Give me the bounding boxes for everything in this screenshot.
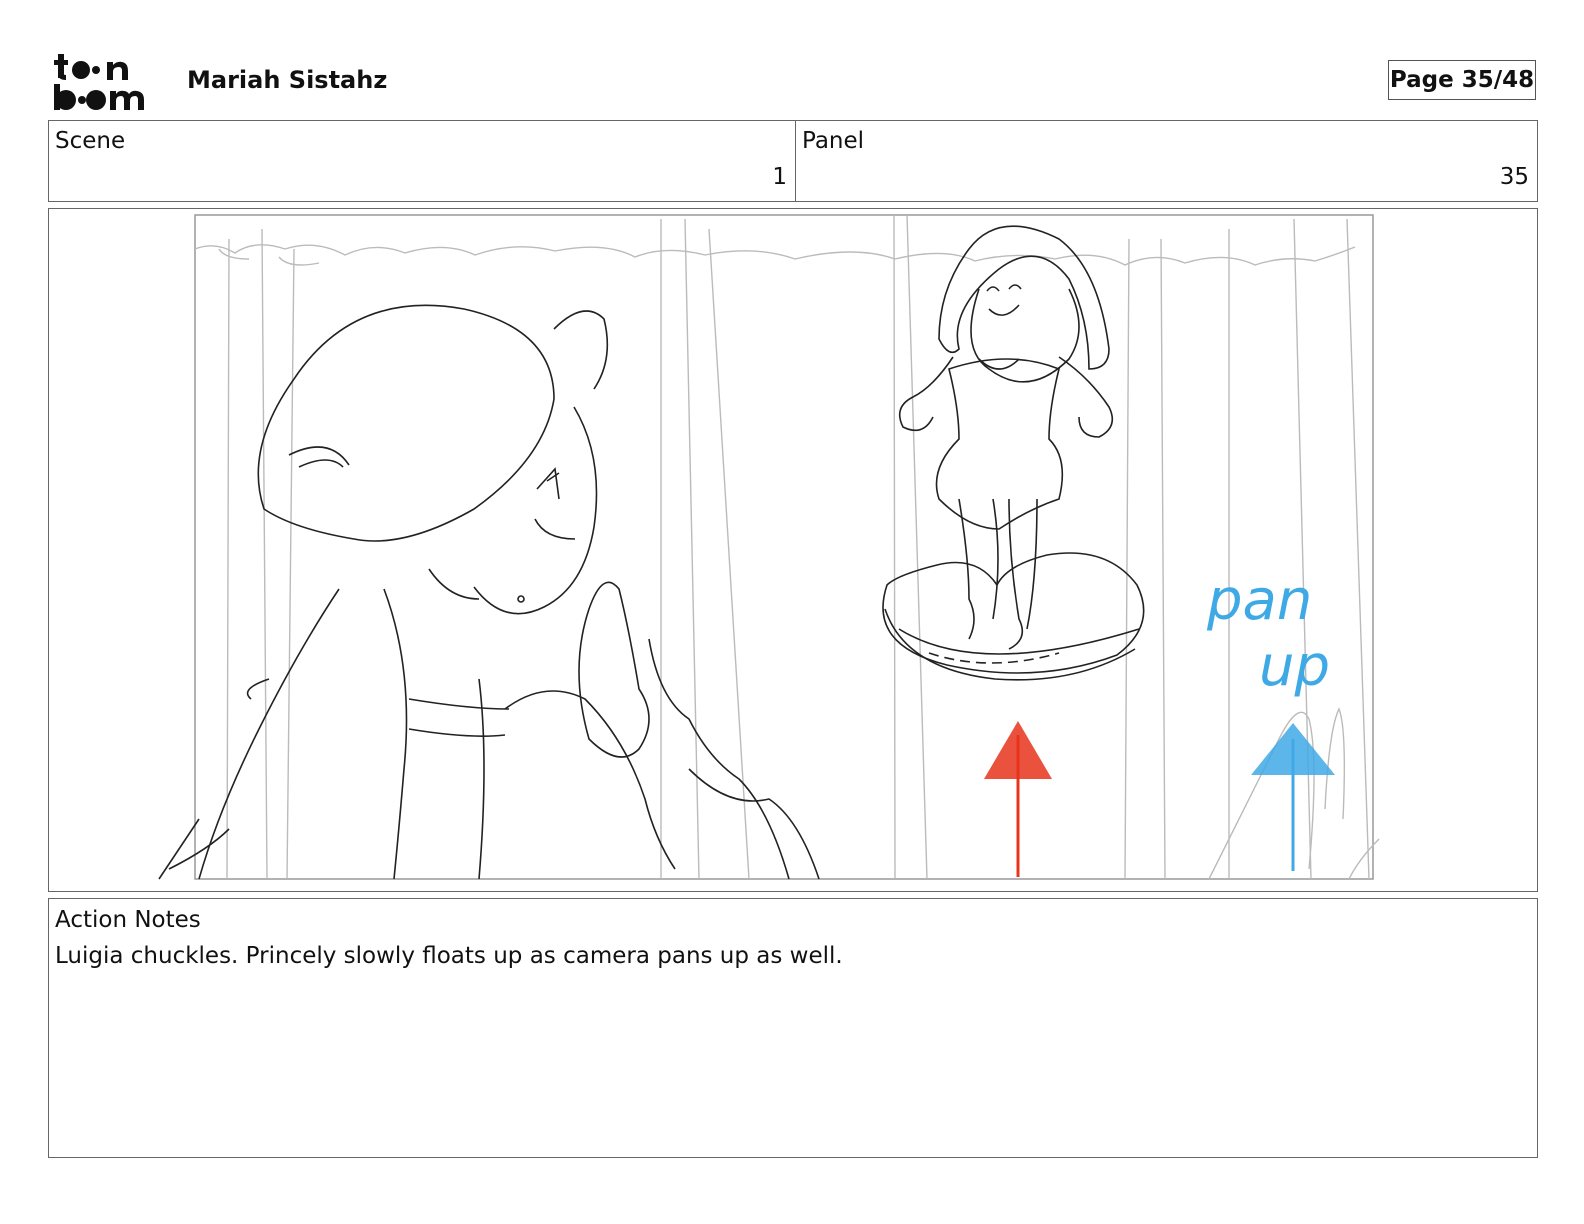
panel-label: Panel (802, 128, 865, 154)
panel-sketch: pan up (158, 214, 1380, 880)
scene-panel-info: Scene 1 Panel 35 (48, 120, 1538, 202)
action-notes: Action Notes Luigia chuckles. Princely s… (48, 898, 1538, 1158)
pan-up-annotation: pan up (1206, 568, 1330, 699)
scene-label: Scene (55, 128, 126, 154)
red-arrow (984, 721, 1052, 877)
page-indicator: Page 35/48 (1388, 60, 1536, 100)
project-title: Mariah Sistahz (187, 66, 388, 94)
right-character-sketch (882, 225, 1145, 681)
scene-cell: Scene 1 (49, 121, 796, 201)
action-notes-text: Luigia chuckles. Princely slowly floats … (55, 943, 843, 969)
toon-boom-logo (54, 54, 144, 110)
panel-value: 35 (1499, 164, 1529, 190)
scene-value: 1 (772, 164, 787, 190)
left-character-sketch (158, 304, 820, 880)
blue-arrow (1251, 723, 1335, 871)
panel-cell: Panel 35 (796, 121, 1537, 201)
storyboard-panel: pan up (48, 208, 1538, 892)
action-notes-label: Action Notes (55, 907, 201, 933)
